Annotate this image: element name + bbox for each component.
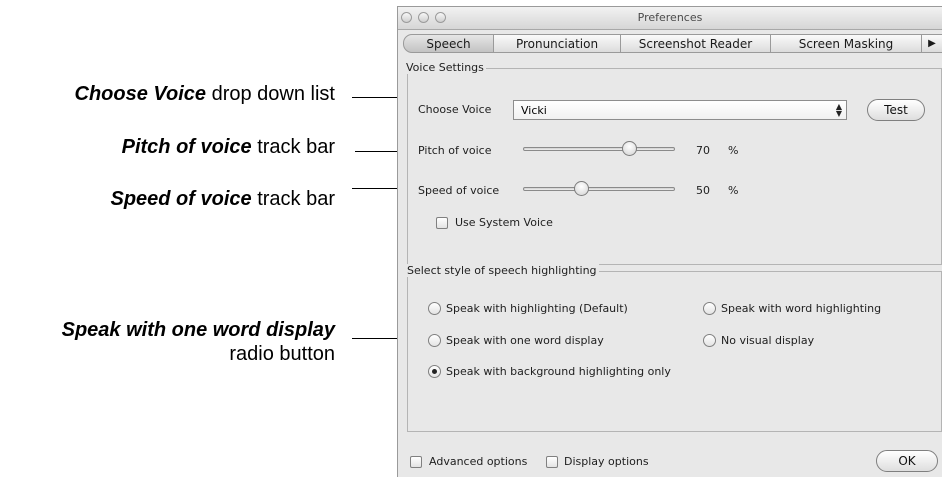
speech-highlighting-label: Select style of speech highlighting — [405, 264, 599, 277]
radio-speak-with-background-highlighting-only[interactable] — [428, 365, 441, 378]
advanced-options-label: Advanced options — [429, 455, 528, 468]
up-down-arrows-icon: ▲ ▼ — [835, 102, 842, 118]
option-speak-with-background-highlighting-only: Speak with background highlighting only — [446, 365, 671, 378]
display-options-label: Display options — [564, 455, 649, 468]
pitch-track[interactable] — [523, 147, 675, 151]
radio-speak-with-word-highlighting[interactable] — [703, 302, 716, 315]
radio-speak-with-highlighting-default[interactable] — [428, 302, 441, 315]
radio-selected-dot — [432, 369, 437, 374]
choose-voice-select[interactable]: Vicki ▲ ▼ — [513, 100, 847, 120]
annotation-choose-voice-bold: Choose Voice — [74, 83, 207, 105]
display-options-checkbox[interactable] — [546, 456, 558, 468]
speech-highlighting-group — [407, 271, 942, 432]
ok-button[interactable]: OK — [876, 450, 938, 472]
use-system-voice-checkbox[interactable] — [436, 217, 448, 229]
speed-unit: % — [728, 184, 739, 197]
annotation-speed-bold: Speed of voice — [110, 188, 252, 210]
option-no-visual-display: No visual display — [721, 334, 815, 347]
annotation-choose-voice-rest: drop down list — [206, 83, 335, 105]
annotation-speed: Speed of voice track bar — [110, 188, 335, 211]
test-button[interactable]: Test — [867, 99, 925, 121]
pitch-value: 70 — [696, 144, 710, 157]
radio-speak-with-one-word-display[interactable] — [428, 334, 441, 347]
window-title: Preferences — [637, 11, 703, 24]
tab-bar: Speech Pronunciation Screenshot Reader S… — [403, 34, 942, 53]
tab-speech[interactable]: Speech — [403, 34, 494, 53]
annotation-line-pitch — [355, 151, 399, 152]
speed-of-voice-label: Speed of voice — [418, 184, 500, 197]
pitch-of-voice-label: Pitch of voice — [418, 144, 492, 157]
annotation-one-word-line2: radio button — [229, 343, 335, 365]
speed-slider-knob[interactable] — [574, 181, 589, 196]
speed-value: 50 — [696, 184, 710, 197]
annotation-speed-rest: track bar — [251, 188, 335, 210]
option-speak-with-highlighting-default: Speak with highlighting (Default) — [446, 302, 628, 315]
pitch-unit: % — [728, 144, 739, 157]
annotation-one-word-bold: Speak with one word display — [61, 319, 335, 341]
title-bar[interactable]: Preferences — [398, 7, 942, 30]
tab-screenshot-reader[interactable]: Screenshot Reader — [621, 34, 771, 53]
radio-no-visual-display[interactable] — [703, 334, 716, 347]
annotation-choose-voice: Choose Voice drop down list — [75, 83, 335, 106]
tab-overflow-arrow-icon[interactable]: ▶ — [922, 34, 942, 53]
choose-voice-label: Choose Voice — [418, 103, 492, 116]
annotation-pitch-bold: Pitch of voice — [121, 136, 252, 158]
tab-screen-masking[interactable]: Screen Masking — [771, 34, 922, 53]
annotation-one-word: Speak with one word display radio button — [62, 318, 335, 366]
speed-track[interactable] — [523, 187, 675, 191]
voice-settings-label: Voice Settings — [404, 61, 486, 74]
preferences-window: Preferences Speech Pronunciation Screens… — [397, 6, 942, 477]
choose-voice-value: Vicki — [521, 104, 547, 117]
annotation-pitch-rest: track bar — [251, 136, 335, 158]
voice-settings-group — [407, 68, 942, 265]
advanced-options-checkbox[interactable] — [410, 456, 422, 468]
option-speak-with-one-word-display: Speak with one word display — [446, 334, 604, 347]
use-system-voice-label: Use System Voice — [455, 216, 553, 229]
tab-pronunciation[interactable]: Pronunciation — [494, 34, 621, 53]
annotation-line-choose-voice — [352, 97, 399, 98]
option-speak-with-word-highlighting: Speak with word highlighting — [721, 302, 882, 315]
annotation-pitch: Pitch of voice track bar — [122, 136, 335, 159]
pitch-slider-knob[interactable] — [622, 141, 637, 156]
